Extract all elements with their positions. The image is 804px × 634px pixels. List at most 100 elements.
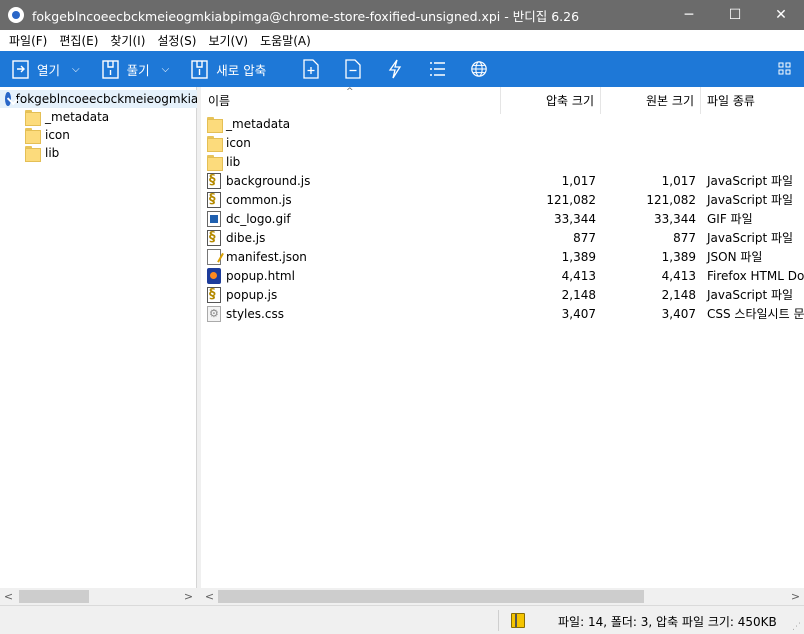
list-horizontal-scrollbar[interactable]: < > [201, 588, 804, 605]
column-header-compressed[interactable]: 압축 크기 [501, 87, 601, 114]
file-name-cell: popup.html [201, 267, 501, 284]
minimize-button[interactable]: ─ [666, 0, 712, 30]
open-button[interactable]: 열기 ⌵ [8, 51, 84, 87]
file-name-cell: icon [201, 135, 501, 152]
scroll-thumb[interactable] [218, 590, 644, 603]
file-name: lib [226, 154, 241, 169]
scroll-left-arrow[interactable]: < [201, 588, 218, 605]
compressed-size: 2,148 [561, 287, 596, 302]
css-file-icon [207, 305, 221, 322]
menu-find[interactable]: 찾기(I) [104, 32, 151, 49]
title-bar: fokgeblncoeecbckmeieogmkiabpimga@chrome-… [0, 0, 804, 30]
file-name: dibe.js [226, 230, 266, 245]
file-row[interactable]: popup.html 4,413 4,413 Firefox HTML Documen… [201, 266, 804, 285]
layout-menu-button[interactable] [766, 51, 804, 87]
scroll-right-arrow[interactable]: > [787, 588, 804, 605]
file-row[interactable]: dibe.js 877 877 JavaScript 파일 [201, 228, 804, 247]
list-icon [428, 59, 446, 79]
extract-button[interactable]: 풀기 ⌵ [98, 51, 174, 87]
file-name: manifest.json [226, 249, 307, 264]
file-name-cell: manifest.json [201, 248, 501, 265]
file-name: background.js [226, 173, 311, 188]
file-name-cell: common.js [201, 191, 501, 208]
file-name: styles.css [226, 306, 284, 321]
bandizip-app-icon [8, 7, 24, 23]
column-name-label: 이름 [208, 94, 231, 108]
file-type: JavaScript 파일 [707, 174, 794, 188]
delete-files-button[interactable] [332, 51, 374, 87]
file-name-cell: _metadata [201, 116, 501, 133]
resize-grip-icon[interactable]: ⋰ [792, 622, 802, 632]
file-name-cell: popup.js [201, 286, 501, 303]
file-row[interactable]: icon [201, 133, 804, 152]
column-header-row: 이름 압축 크기 원본 크기 파일 종류 ^ [201, 87, 804, 114]
folder-icon [207, 135, 223, 152]
scroll-right-arrow[interactable]: > [180, 588, 197, 605]
compressed-size: 1,389 [561, 249, 596, 264]
add-files-button[interactable] [290, 51, 332, 87]
remove-file-icon [344, 59, 362, 79]
archive-status-icon [511, 613, 525, 628]
column-header-type[interactable]: 파일 종류 [701, 87, 804, 114]
menu-help[interactable]: 도움말(A) [254, 32, 317, 49]
tree-root-label: fokgeblncoeecbckmeieogmkiabpimga@chrome-… [15, 92, 197, 106]
folder-icon [207, 154, 223, 171]
file-row[interactable]: styles.css 3,407 3,407 CSS 스타일시트 문서 [201, 304, 804, 323]
maximize-button[interactable]: ☐ [712, 0, 758, 30]
status-text: 파일: 14, 폴더: 3, 압축 파일 크기: 450KB [558, 615, 777, 629]
test-archive-button[interactable] [374, 51, 416, 87]
menu-edit[interactable]: 편집(E) [53, 32, 104, 49]
archive-root-icon [5, 92, 11, 106]
column-type-label: 파일 종류 [707, 94, 755, 108]
tree-root-item[interactable]: fokgeblncoeecbckmeieogmkiabpimga@chrome-… [0, 90, 197, 108]
new-archive-icon [191, 59, 209, 79]
tree-item-icon[interactable]: icon [25, 126, 70, 144]
tree-item-metadata[interactable]: _metadata [25, 108, 109, 126]
new-archive-button[interactable]: 새로 압축 [187, 51, 270, 87]
compressed-size: 3,407 [561, 306, 596, 321]
open-label: 열기 [37, 62, 61, 78]
folder-icon [25, 146, 41, 162]
menu-settings[interactable]: 설정(S) [151, 32, 202, 49]
scroll-left-arrow[interactable]: < [0, 588, 17, 605]
view-list-button[interactable] [416, 51, 458, 87]
file-row[interactable]: dc_logo.gif 33,344 33,344 GIF 파일 [201, 209, 804, 228]
extract-icon [101, 59, 120, 79]
original-size: 33,344 [654, 211, 696, 226]
file-name-cell: styles.css [201, 305, 501, 322]
file-row[interactable]: popup.js 2,148 2,148 JavaScript 파일 [201, 285, 804, 304]
extract-label: 풀기 [126, 62, 150, 78]
file-row[interactable]: common.js 121,082 121,082 JavaScript 파일 [201, 190, 804, 209]
file-list: 이름 압축 크기 원본 크기 파일 종류 ^ _metadataicon lib b… [201, 87, 804, 605]
column-header-original[interactable]: 원본 크기 [601, 87, 701, 114]
file-row[interactable]: lib [201, 152, 804, 171]
open-archive-icon [12, 59, 30, 79]
extract-dropdown-icon[interactable]: ⌵ [162, 64, 170, 75]
tree-item-lib[interactable]: lib [25, 144, 59, 162]
gif-file-icon [207, 210, 221, 227]
web-button[interactable] [458, 51, 500, 87]
file-name: _metadata [226, 116, 291, 131]
js-file-icon [207, 229, 221, 246]
close-button[interactable]: ✕ [758, 0, 804, 30]
original-size: 1,389 [661, 249, 696, 264]
scroll-thumb[interactable] [19, 590, 89, 603]
file-type: Firefox HTML Document [707, 268, 804, 283]
menu-view[interactable]: 보기(V) [202, 32, 254, 49]
column-original-label: 원본 크기 [646, 94, 694, 108]
file-type: JavaScript 파일 [707, 288, 794, 302]
original-size: 1,017 [661, 173, 696, 188]
grid-icon [776, 59, 794, 79]
original-size: 877 [673, 230, 696, 245]
sort-ascending-icon: ^ [346, 87, 354, 97]
status-divider [498, 610, 499, 631]
tree-horizontal-scrollbar[interactable]: < > [0, 588, 197, 605]
compressed-size: 877 [573, 230, 596, 245]
file-row[interactable]: manifest.json 1,389 1,389 JSON 파일 [201, 247, 804, 266]
file-row[interactable]: background.js 1,017 1,017 JavaScript 파일 [201, 171, 804, 190]
compressed-size: 33,344 [554, 211, 596, 226]
file-name-cell: dibe.js [201, 229, 501, 246]
file-row[interactable]: _metadata [201, 114, 804, 133]
open-dropdown-icon[interactable]: ⌵ [72, 64, 80, 75]
menu-file[interactable]: 파일(F) [3, 32, 53, 49]
